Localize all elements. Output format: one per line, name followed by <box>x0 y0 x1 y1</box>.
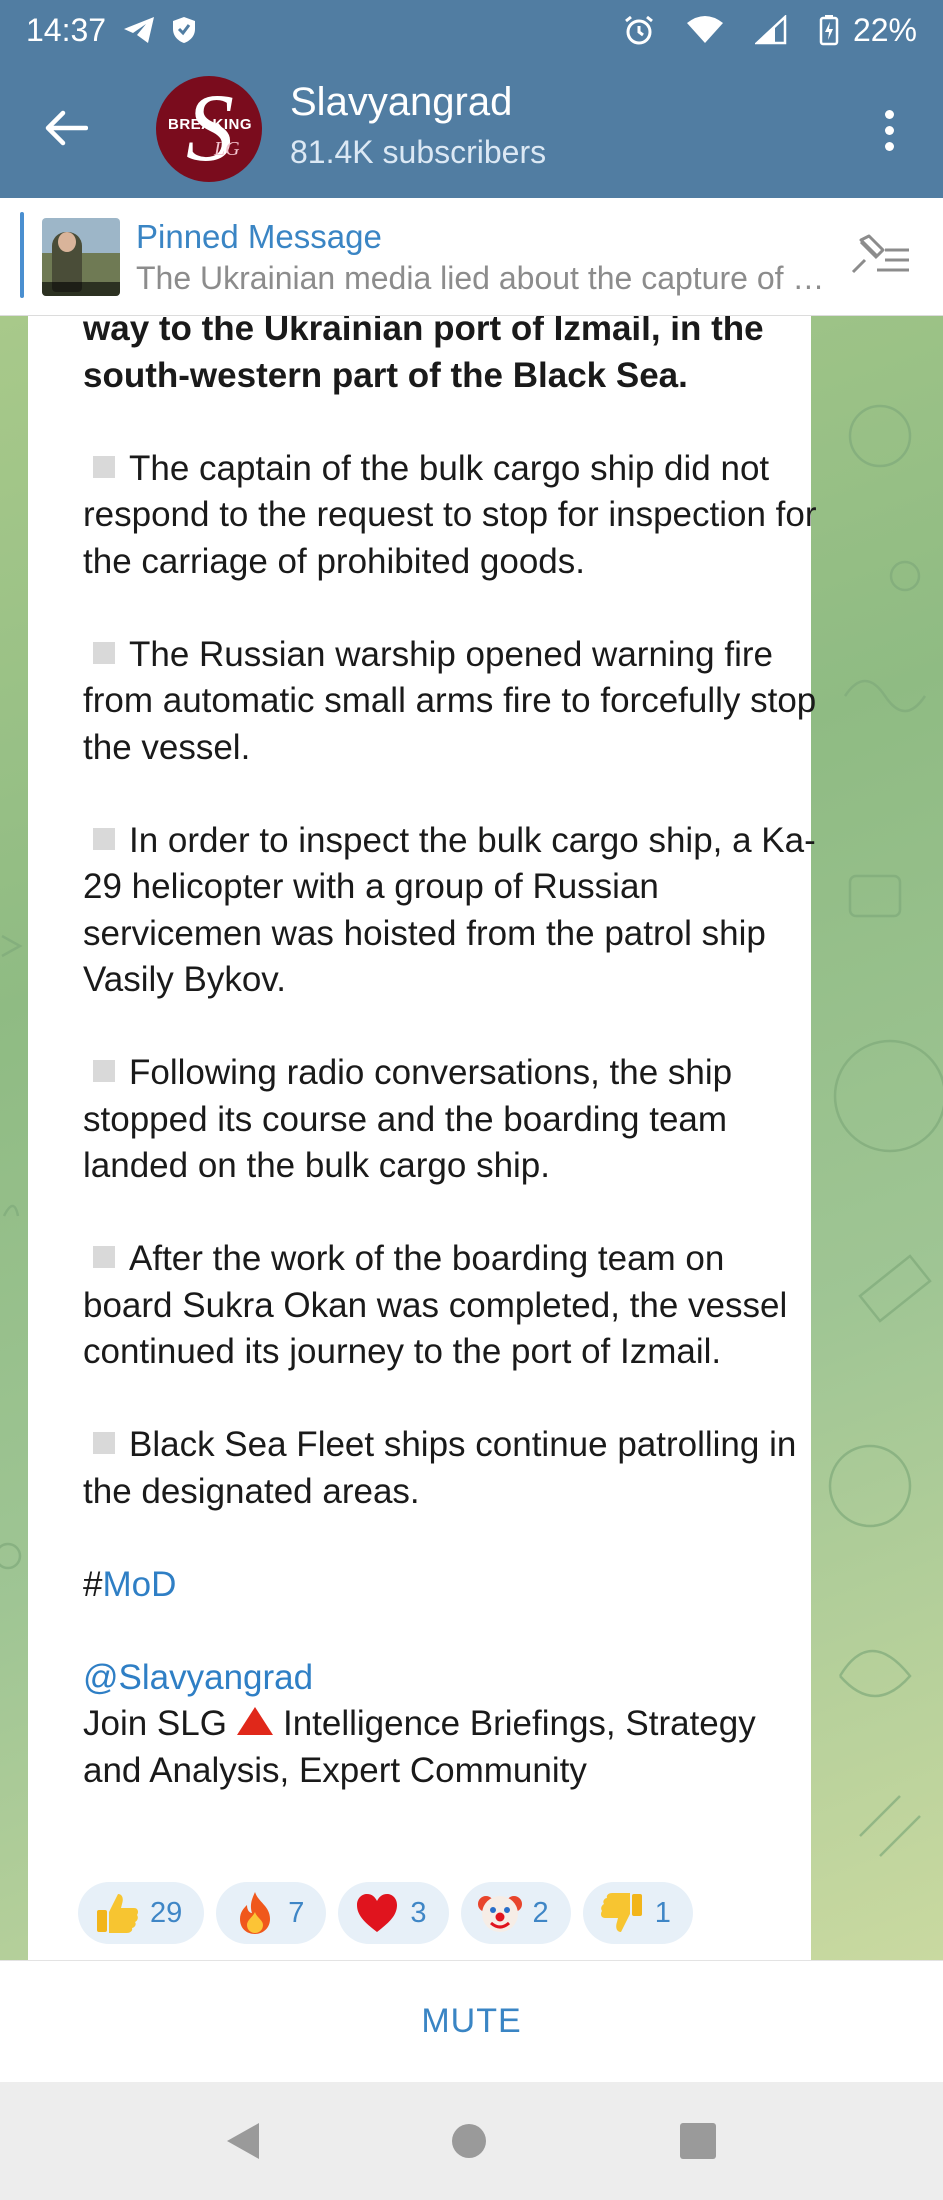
message-bullet: After the work of the boarding team on b… <box>83 1239 788 1371</box>
fire-icon <box>232 1890 278 1936</box>
battery-charging-icon <box>819 14 839 46</box>
channel-mention-link[interactable]: @Slavyangrad <box>83 1658 313 1697</box>
message-bullet: In order to inspect the bulk cargo ship,… <box>83 820 816 1000</box>
subscriber-count: 81.4K subscribers <box>290 134 547 170</box>
status-time: 14:37 <box>26 11 107 48</box>
message-bubble[interactable]: way to the Ukrainian port of Izmail, in … <box>28 316 817 1960</box>
pinned-text: The Ukrainian media lied about the captu… <box>136 260 826 296</box>
reaction-fire[interactable]: 7 <box>216 1882 327 1944</box>
footer-line: Join SLG Intelligence Briefings, Strategy… <box>83 1704 756 1790</box>
heart-icon <box>354 1890 400 1936</box>
mute-bar: MUTE <box>0 1960 943 2082</box>
clown-icon <box>477 1890 523 1936</box>
avatar-slg-text: LG <box>214 138 240 160</box>
red-triangle-icon <box>236 1707 273 1735</box>
alarm-icon <box>623 14 655 46</box>
square-bullet-icon <box>93 455 115 478</box>
message-text: way to the Ukrainian port of Izmail, in … <box>83 316 823 1794</box>
square-bullet-icon <box>93 641 115 664</box>
square-bullet-icon <box>93 1246 115 1268</box>
square-bullet-icon <box>93 1060 115 1082</box>
square-bullet-icon <box>93 827 115 850</box>
dot <box>884 125 894 135</box>
reaction-count: 7 <box>288 1896 305 1929</box>
message-bullet: Following radio conversations, the ship … <box>83 1053 733 1185</box>
battery-percent: 22% <box>852 11 917 48</box>
reaction-thumbs-up[interactable]: 29 <box>78 1882 205 1944</box>
hashtag-line: #MoD <box>83 1564 177 1604</box>
mute-button[interactable]: MUTE <box>421 2002 521 2041</box>
channel-avatar[interactable]: S BREAKING LG <box>156 76 262 182</box>
arrow-left-icon <box>45 110 88 146</box>
reaction-clown[interactable]: 2 <box>460 1882 571 1944</box>
dot <box>884 141 894 151</box>
channel-title[interactable]: Slavyangrad <box>290 80 512 125</box>
system-nav-bar <box>0 2082 943 2200</box>
reaction-count: 29 <box>150 1896 183 1929</box>
pinned-message-bar[interactable]: Pinned Message The Ukrainian media lied … <box>0 198 943 316</box>
shield-icon <box>172 16 196 44</box>
more-options-button[interactable] <box>869 100 909 160</box>
dot <box>884 109 894 119</box>
pinned-title: Pinned Message <box>136 218 382 255</box>
reaction-thumbs-down[interactable]: 1 <box>582 1882 693 1944</box>
status-bar: 14:37 22% <box>0 0 943 60</box>
message-bullet: The captain of the bulk cargo ship did n… <box>83 448 817 581</box>
wifi-icon <box>685 15 725 45</box>
telegram-icon <box>122 15 156 45</box>
thumbs-up-icon <box>94 1890 140 1936</box>
pin-list-icon <box>851 234 909 274</box>
message-lead: way to the Ukrainian port of Izmail, in … <box>83 316 764 395</box>
channel-header: S BREAKING LG Slavyangrad 81.4K subscrib… <box>0 60 943 198</box>
thumbs-down-icon <box>599 1890 645 1936</box>
hashtag-link[interactable]: MoD <box>102 1565 176 1604</box>
nav-home-button[interactable] <box>452 2124 487 2158</box>
reaction-count: 2 <box>532 1896 549 1929</box>
reaction-heart[interactable]: 3 <box>338 1882 449 1944</box>
pinned-indicator <box>20 212 24 298</box>
reactions-row: 29 7 3 2 1 <box>78 1882 693 1944</box>
back-button[interactable] <box>38 100 94 156</box>
signal-icon <box>754 15 789 45</box>
unpin-list-button[interactable] <box>847 228 913 284</box>
mention-line: @Slavyangrad <box>83 1655 823 1702</box>
square-bullet-icon <box>93 1432 115 1454</box>
reaction-count: 1 <box>654 1896 671 1929</box>
pinned-thumbnail <box>42 218 120 296</box>
message-bullet: The Russian warship opened warning fire … <box>83 634 817 767</box>
nav-back-button[interactable] <box>226 2123 259 2159</box>
chat-area[interactable]: way to the Ukrainian port of Izmail, in … <box>0 316 943 1960</box>
avatar-breaking-text: BREAKING <box>168 116 253 133</box>
reaction-count: 3 <box>410 1896 427 1929</box>
message-bullet: Black Sea Fleet ships continue patrollin… <box>83 1425 797 1511</box>
nav-recents-button[interactable] <box>680 2123 717 2159</box>
